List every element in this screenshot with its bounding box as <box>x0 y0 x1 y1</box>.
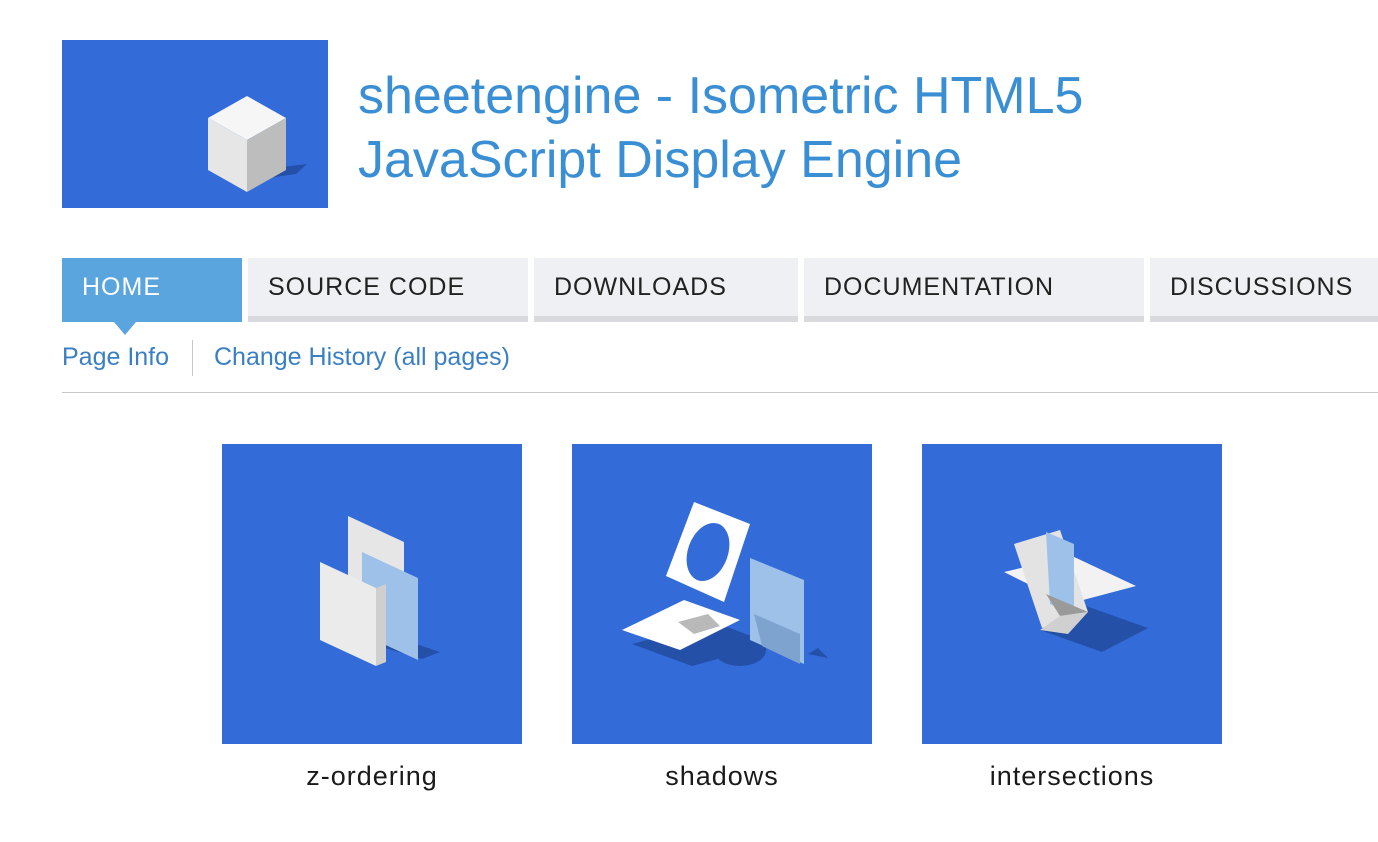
feature-card-shadows[interactable]: shadows <box>572 444 872 792</box>
tab-discussions[interactable]: DISCUSSIONS <box>1150 258 1378 322</box>
z-ordering-icon <box>320 516 440 666</box>
feature-caption: shadows <box>665 761 779 791</box>
tab-source-code[interactable]: SOURCE CODE <box>248 258 528 322</box>
shadows-image[interactable] <box>572 444 872 744</box>
feature-card-intersections[interactable]: intersections <box>922 444 1222 792</box>
logo[interactable] <box>62 40 328 208</box>
feature-caption: z-ordering <box>306 761 438 791</box>
subnav-divider <box>192 340 193 376</box>
title-line-1: sheetengine - Isometric HTML5 <box>358 67 1084 125</box>
tab-documentation[interactable]: DOCUMENTATION <box>804 258 1144 322</box>
active-tab-pointer <box>114 322 136 335</box>
z-ordering-image[interactable] <box>222 444 522 744</box>
tab-downloads[interactable]: DOWNLOADS <box>534 258 798 322</box>
tab-documentation-label: DOCUMENTATION <box>824 273 1055 301</box>
tab-downloads-label: DOWNLOADS <box>554 273 727 301</box>
shadows-icon <box>622 502 828 666</box>
page-title: sheetengine - Isometric HTML5 JavaScript… <box>358 64 1318 192</box>
title-line-2: JavaScript Display Engine <box>358 131 963 189</box>
tab-home-label: HOME <box>82 273 161 301</box>
cube-logo-icon <box>208 96 307 192</box>
intersections-image[interactable] <box>922 444 1222 744</box>
change-history-link[interactable]: Change History (all pages) <box>214 340 510 374</box>
tab-home[interactable]: HOME <box>62 258 242 335</box>
page-info-link[interactable]: Page Info <box>62 340 169 374</box>
intersections-icon <box>1004 530 1148 652</box>
horizontal-divider <box>62 392 1378 393</box>
tab-discussions-label: DISCUSSIONS <box>1170 273 1354 301</box>
tab-source-code-label: SOURCE CODE <box>268 273 466 301</box>
feature-card-z-ordering[interactable]: z-ordering <box>222 444 522 792</box>
feature-caption: intersections <box>989 761 1155 791</box>
